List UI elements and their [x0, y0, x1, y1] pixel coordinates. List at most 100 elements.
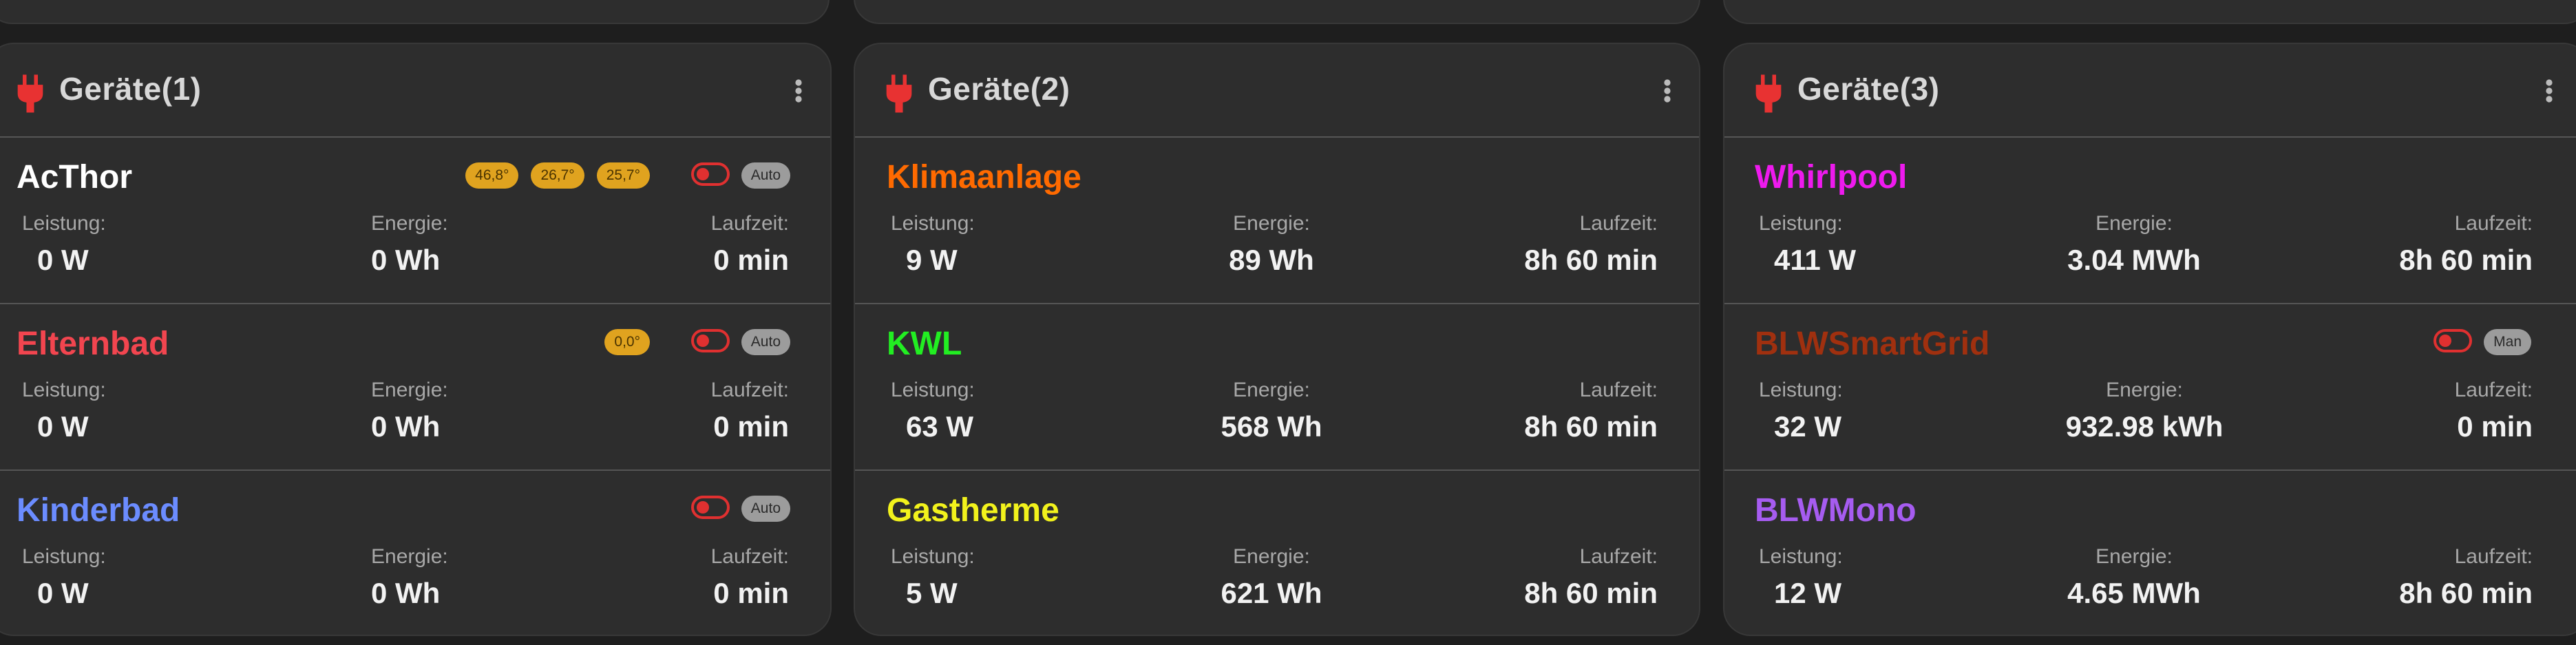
plug-icon [886, 74, 912, 113]
device-row-kwl[interactable]: KWL Leistung: 63 W Energie: 568 Wh Laufz… [855, 304, 1699, 471]
more-vert-icon[interactable] [1663, 78, 1671, 103]
stat-label: Energie: [1233, 379, 1310, 401]
energy-stat: Energie: 0 Wh [371, 545, 448, 610]
power-stat: Leistung: 12 W [1759, 545, 1843, 610]
stat-value: 5 W [906, 577, 958, 609]
stat-label: Laufzeit: [1579, 212, 1658, 235]
stat-label: Energie: [1233, 212, 1310, 235]
stat-label: Laufzeit: [2454, 212, 2533, 235]
more-vert-icon[interactable] [2545, 78, 2553, 103]
runtime-stat: Laufzeit: 0 min [711, 212, 789, 277]
stat-value: 3.04 MWh [2067, 244, 2201, 276]
device-row-blwsmartgrid[interactable]: BLWSmartGrid Man Leistung: 32 W Energie:… [1724, 304, 2576, 471]
mode-badge[interactable]: Auto [741, 496, 790, 522]
stat-value: 12 W [1774, 577, 1842, 609]
stat-value: 0 min [2457, 410, 2533, 443]
stat-label: Laufzeit: [1579, 545, 1658, 568]
device-name: BLWSmartGrid [1755, 326, 1990, 362]
device-row-klimaanlage[interactable]: Klimaanlage Leistung: 9 W Energie: 89 Wh… [855, 138, 1699, 304]
stat-value: 0 Wh [371, 410, 441, 443]
device-list: Klimaanlage Leistung: 9 W Energie: 89 Wh… [855, 138, 1699, 635]
stat-value: 8h 60 min [2399, 244, 2533, 276]
stat-label: Leistung: [891, 545, 975, 568]
stat-value: 0 min [713, 577, 789, 609]
temperature-badges: 0,0° [604, 329, 650, 355]
stat-label: Laufzeit: [1579, 379, 1658, 401]
stat-value: 0 Wh [371, 577, 441, 609]
stat-value: 0 W [37, 577, 89, 609]
stat-label: Laufzeit: [710, 379, 789, 401]
power-stat: Leistung: 63 W [891, 379, 975, 443]
stat-label: Laufzeit: [2454, 545, 2533, 568]
stat-value: 32 W [1774, 410, 1842, 443]
devices-card-1: Geräte(1) AcThor 46,8° 26,7° 25,7° Auto … [0, 43, 832, 636]
stat-value: 621 Wh [1221, 577, 1322, 609]
stat-label: Leistung: [1759, 212, 1843, 235]
power-stat: Leistung: 0 W [22, 212, 106, 277]
mode-badge[interactable]: Auto [741, 162, 790, 189]
power-stat: Leistung: 0 W [22, 379, 106, 443]
mode-badge[interactable]: Man [2484, 329, 2531, 355]
runtime-stat: Laufzeit: 0 min [711, 545, 789, 610]
runtime-stat: Laufzeit: 8h 60 min [2399, 212, 2533, 277]
device-row-gastherme[interactable]: Gastherme Leistung: 5 W Energie: 621 Wh … [855, 471, 1699, 635]
energy-stat: Energie: 0 Wh [371, 379, 448, 443]
energy-stat: Energie: 4.65 MWh [2038, 545, 2230, 610]
power-stat: Leistung: 0 W [22, 545, 106, 610]
temperature-badge: 46,8° [465, 162, 519, 189]
stat-value: 9 W [906, 244, 958, 276]
top-card-partial-1 [0, 0, 830, 24]
power-toggle[interactable] [691, 329, 730, 352]
devices-card-2: Geräte(2) Klimaanlage Leistung: 9 W Ener… [854, 43, 1700, 636]
device-name: Elternbad [17, 326, 169, 362]
stat-label: Energie: [371, 545, 448, 568]
runtime-stat: Laufzeit: 0 min [2455, 379, 2533, 443]
power-stat: Leistung: 32 W [1759, 379, 1843, 443]
temperature-badge: 25,7° [596, 162, 650, 189]
device-row-blwmono[interactable]: BLWMono Leistung: 12 W Energie: 4.65 MWh… [1724, 471, 2576, 635]
mode-badge[interactable]: Auto [741, 329, 790, 355]
runtime-stat: Laufzeit: 8h 60 min [1524, 379, 1658, 443]
device-name: Kinderbad [17, 492, 180, 529]
device-list: AcThor 46,8° 26,7° 25,7° Auto Leistung: … [0, 138, 830, 635]
device-list: Whirlpool Leistung: 411 W Energie: 3.04 … [1724, 138, 2576, 635]
device-name: Whirlpool [1755, 159, 1908, 195]
power-stat: Leistung: 411 W [1759, 212, 1856, 277]
stat-label: Leistung: [22, 212, 106, 235]
stat-value: 8h 60 min [2399, 577, 2533, 609]
stat-label: Leistung: [22, 379, 106, 401]
power-stat: Leistung: 5 W [891, 545, 975, 610]
stat-value: 568 Wh [1221, 410, 1322, 443]
power-toggle[interactable] [691, 162, 730, 186]
stat-value: 63 W [906, 410, 974, 443]
stat-value: 0 min [713, 244, 789, 276]
device-row-elternbad[interactable]: Elternbad 0,0° Auto Leistung: 0 W Energi… [0, 304, 830, 471]
devices-card-3: Geräte(3) Whirlpool Leistung: 411 W Ener… [1723, 43, 2576, 636]
power-toggle[interactable] [2434, 329, 2472, 352]
stat-label: Energie: [1233, 545, 1310, 568]
card-title: Geräte(2) [928, 71, 1070, 107]
device-row-kinderbad[interactable]: Kinderbad Auto Leistung: 0 W Energie: 0 … [0, 471, 830, 635]
stat-label: Laufzeit: [2454, 379, 2533, 401]
top-card-partial-3 [1723, 0, 2576, 24]
device-row-acthor[interactable]: AcThor 46,8° 26,7° 25,7° Auto Leistung: … [0, 138, 830, 304]
card-title: Geräte(1) [59, 71, 202, 107]
card-header: Geräte(3) [1724, 44, 2576, 138]
stat-value: 89 Wh [1229, 244, 1314, 276]
stat-label: Energie: [371, 212, 448, 235]
temperature-badge: 26,7° [531, 162, 584, 189]
stat-value: 0 W [37, 410, 89, 443]
device-row-whirlpool[interactable]: Whirlpool Leistung: 411 W Energie: 3.04 … [1724, 138, 2576, 304]
power-toggle[interactable] [691, 496, 730, 519]
plug-icon [17, 74, 43, 113]
card-title: Geräte(3) [1797, 71, 1940, 107]
runtime-stat: Laufzeit: 8h 60 min [1524, 212, 1658, 277]
energy-stat: Energie: 89 Wh [1203, 212, 1340, 277]
stat-label: Laufzeit: [710, 545, 789, 568]
energy-stat: Energie: 932.98 kWh [2038, 379, 2251, 443]
more-vert-icon[interactable] [794, 78, 803, 103]
runtime-stat: Laufzeit: 0 min [711, 379, 789, 443]
temperature-badges: 46,8° 26,7° 25,7° [465, 162, 650, 189]
stat-label: Leistung: [891, 212, 975, 235]
energy-stat: Energie: 3.04 MWh [2038, 212, 2230, 277]
